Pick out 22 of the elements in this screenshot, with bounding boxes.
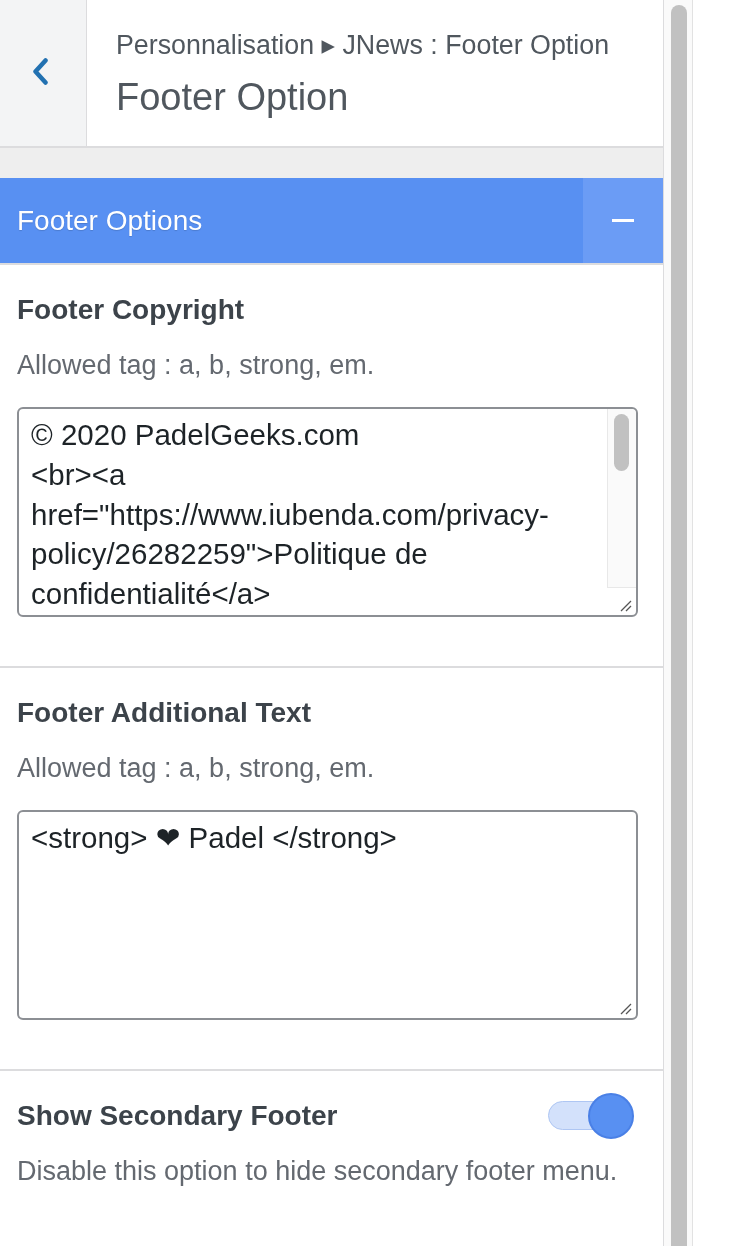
- chevron-left-icon: [32, 57, 48, 85]
- collapse-button[interactable]: [583, 178, 663, 263]
- textarea-scrollbar[interactable]: [607, 409, 636, 588]
- field-label: Show Secondary Footer: [17, 1101, 338, 1131]
- field-label: Footer Additional Text: [17, 698, 312, 728]
- field-label: Footer Copyright: [17, 295, 246, 325]
- resize-handle-icon[interactable]: [620, 1003, 632, 1015]
- text-area[interactable]: <strong> ❤ Padel </strong>: [17, 810, 638, 1020]
- section-title: Footer Options: [16, 204, 203, 237]
- field-description: Allowed tag : a, b, strong, em.: [17, 753, 376, 783]
- toggle-switch[interactable]: [548, 1093, 634, 1139]
- scrollbar-thumb[interactable]: [671, 5, 687, 1246]
- page-title: Footer Option: [116, 75, 350, 120]
- window-scrollbar[interactable]: [664, 0, 693, 1246]
- resize-handle-icon[interactable]: [620, 600, 632, 612]
- back-button[interactable]: [0, 0, 87, 146]
- breadcrumb: Personnalisation ▸ JNews : Footer Option: [116, 29, 610, 62]
- field-description: Disable this option to hide secondary footer menu.: [17, 1156, 619, 1186]
- field-description: Allowed tag : a, b, strong, em.: [17, 350, 376, 380]
- scrollbar-thumb[interactable]: [614, 414, 629, 471]
- minus-icon: [612, 219, 634, 222]
- text-area[interactable]: © 2020 PadelGeeks.com <br><a href="https://www.iubenda.com/privacy- policy/26282259">Politique de confidentialité</a>: [17, 407, 638, 617]
